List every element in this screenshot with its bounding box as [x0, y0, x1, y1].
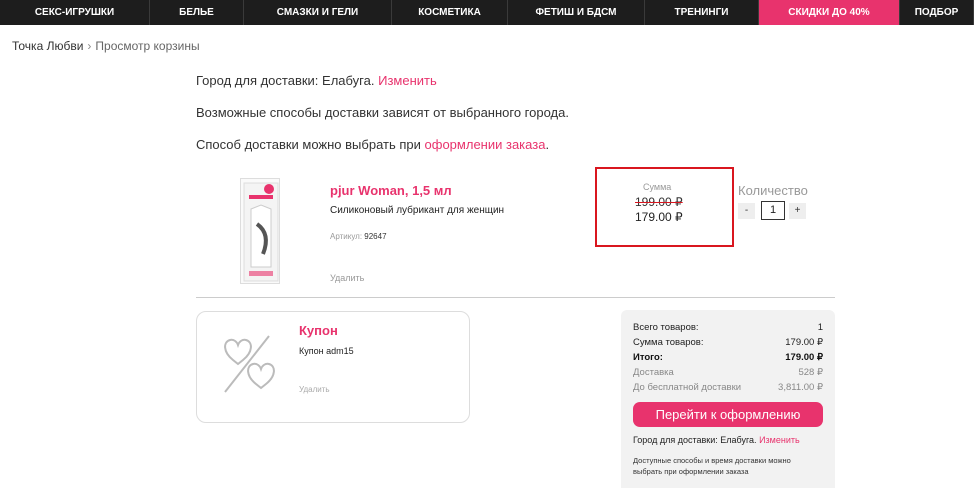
- summary-row-label: Доставка: [633, 367, 674, 378]
- nav-item[interactable]: СМАЗКИ И ГЕЛИ: [244, 0, 392, 25]
- delivery-method-suffix: .: [545, 137, 550, 152]
- breadcrumb-home-link[interactable]: Точка Любви: [12, 39, 83, 53]
- nav-item[interactable]: ФЕТИШ И БДСМ: [508, 0, 645, 25]
- summary-row: Сумма товаров: 179.00 ₽: [633, 337, 823, 348]
- summary-row-label: Итого:: [633, 352, 663, 363]
- nav-item[interactable]: ПОДБОР: [900, 0, 974, 25]
- summary-row-label: Всего товаров:: [633, 322, 699, 333]
- change-city-link[interactable]: Изменить: [378, 73, 437, 88]
- delivery-city-line: Город для доставки: Елабуга. Изменить: [196, 73, 437, 88]
- top-nav: СЕКС-ИГРУШКИ БЕЛЬЕ СМАЗКИ И ГЕЛИ КОСМЕТИКА Ф…: [0, 0, 974, 25]
- summary-change-city-link[interactable]: Изменить: [759, 435, 800, 445]
- sum-label: Сумма: [643, 182, 672, 192]
- nav-item[interactable]: БЕЛЬЕ: [150, 0, 244, 25]
- delivery-city-text: Город для доставки: Елабуга.: [196, 73, 375, 88]
- hearts-icon: [219, 332, 279, 396]
- coupon-card: Купон Купон adm15 Удалить: [196, 311, 470, 423]
- summary-row: Всего товаров: 1: [633, 322, 823, 333]
- product-title-link[interactable]: pjur Woman, 1,5 мл: [330, 183, 452, 198]
- nav-item[interactable]: СЕКС-ИГРУШКИ: [0, 0, 150, 25]
- quantity-input[interactable]: 1: [761, 201, 785, 220]
- summary-row-value: 3,811.00 ₽: [778, 382, 823, 393]
- old-price: 199.00 ₽: [635, 195, 683, 209]
- summary-row: Итого: 179.00 ₽: [633, 352, 823, 363]
- checkout-button[interactable]: Перейти к оформлению: [633, 402, 823, 427]
- delivery-method-line: Способ доставки можно выбрать при оформл…: [196, 137, 549, 152]
- delivery-methods-note: Возможные способы доставки зависят от вы…: [196, 105, 569, 120]
- summary-row-value: 179.00 ₽: [785, 337, 823, 348]
- summary-row-label: Сумма товаров:: [633, 337, 704, 348]
- coupon-title: Купон: [299, 323, 338, 338]
- summary-delivery-note: Доступные способы и время доставки можно…: [633, 456, 791, 476]
- nav-item[interactable]: ТРЕНИНГИ: [645, 0, 759, 25]
- article-label: Артикул:: [330, 232, 363, 241]
- quantity-label: Количество: [738, 183, 808, 198]
- summary-row-value: 1: [817, 322, 823, 333]
- coupon-delete-link[interactable]: Удалить: [299, 385, 330, 394]
- breadcrumb: Точка Любви › Просмотр корзины: [12, 39, 200, 53]
- article-value: 92647: [364, 232, 387, 241]
- order-summary: Всего товаров: 1 Сумма товаров: 179.00 ₽ Ито…: [621, 310, 835, 488]
- product-delete-link[interactable]: Удалить: [330, 273, 364, 283]
- checkout-link[interactable]: оформлении заказа: [425, 137, 546, 152]
- summary-row-label: До бесплатной доставки: [633, 382, 742, 393]
- breadcrumb-current: Просмотр корзины: [95, 39, 200, 53]
- product-image[interactable]: [240, 178, 280, 284]
- divider: [196, 297, 835, 298]
- summary-row: До бесплатной доставки 3,811.00 ₽: [633, 382, 823, 393]
- product-article: Артикул: 92647: [330, 232, 387, 241]
- new-price: 179.00 ₽: [635, 210, 683, 224]
- coupon-code: Купон adm15: [299, 346, 354, 356]
- nav-item[interactable]: КОСМЕТИКА: [392, 0, 508, 25]
- summary-row-value: 528 ₽: [798, 367, 823, 378]
- summary-city-text: Город для доставки: Елабуга.: [633, 435, 757, 445]
- quantity-minus-button[interactable]: -: [738, 203, 755, 219]
- breadcrumb-separator: ›: [87, 39, 92, 53]
- summary-row: Доставка 528 ₽: [633, 367, 823, 378]
- summary-city-line: Город для доставки: Елабуга. Изменить: [633, 435, 800, 445]
- delivery-method-text: Способ доставки можно выбрать при: [196, 137, 421, 152]
- product-description: Силиконовый лубрикант для женщин: [330, 205, 505, 216]
- quantity-plus-button[interactable]: +: [789, 203, 806, 219]
- summary-row-value: 179.00 ₽: [785, 352, 823, 363]
- nav-item[interactable]: СКИДКИ ДО 40%: [759, 0, 900, 25]
